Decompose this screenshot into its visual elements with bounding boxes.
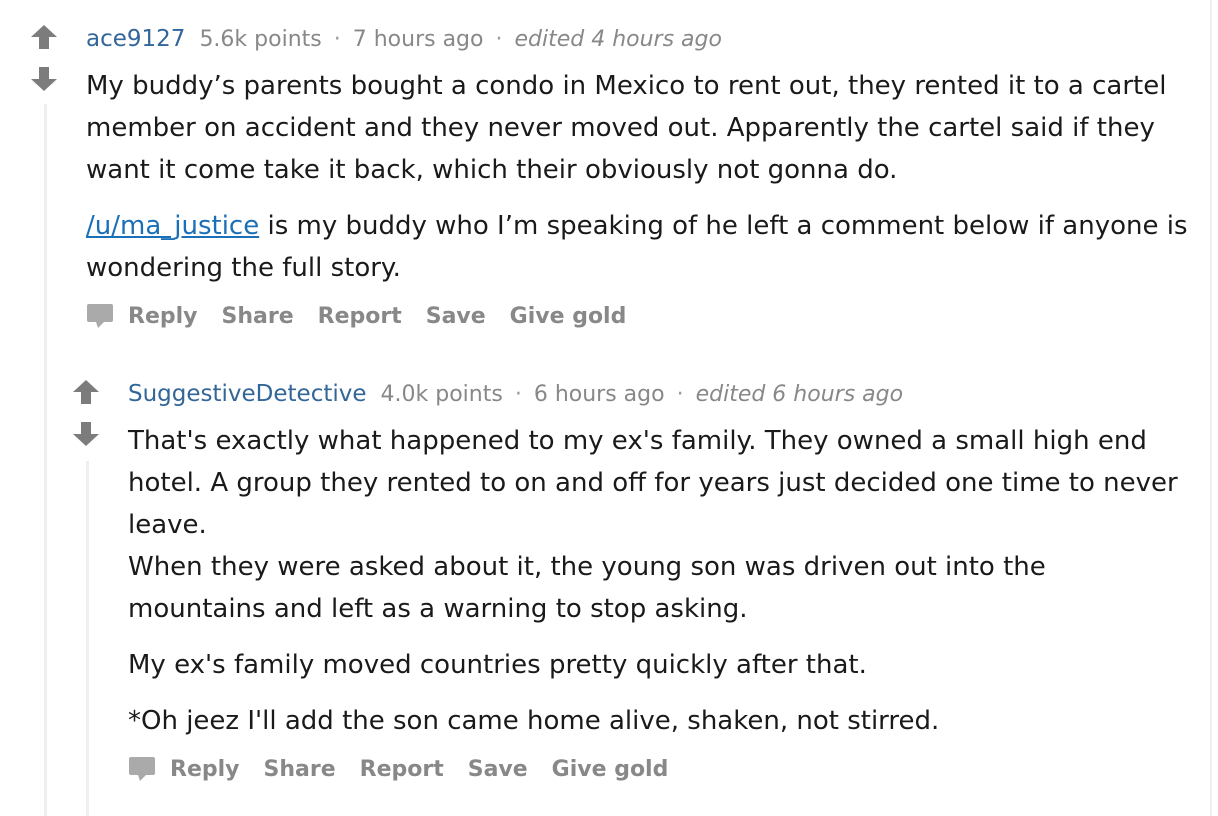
separator-dot: · [495,27,503,52]
score-points: 4.0k points [380,382,503,407]
comment-tagline: SuggestiveDetective 4.0k points · 6 hours a… [128,379,1182,410]
comment-paragraph: *Oh jeez I'll add the son came home aliv… [128,706,940,736]
separator-dot: · [514,382,522,407]
comment-paragraph: That's exactly what happened to my ex's … [128,420,1182,630]
save-button[interactable]: Save [468,757,528,782]
report-button[interactable]: Report [360,757,444,782]
comment-suggestivedetective: SuggestiveDetective 4.0k points · 6 hours a… [72,379,1182,816]
comment-paragraph: My buddy’s parents bought a condo in Mex… [86,71,1167,185]
comment-actions: Reply Share Report Save Give gold [86,303,1200,329]
downvote-arrow-icon[interactable] [30,66,58,92]
share-button[interactable]: Share [222,304,294,329]
share-button[interactable]: Share [264,757,336,782]
comment-line: That's exactly what happened to my ex's … [128,426,1178,540]
comment-paragraph: My ex's family moved countries pretty qu… [128,650,867,680]
author-link[interactable]: SuggestiveDetective [128,381,367,407]
vote-column [30,24,58,92]
comment-line: When they were asked about it, the young… [128,552,1046,624]
reply-button[interactable]: Reply [128,304,198,329]
score-points: 5.6k points [199,27,322,52]
thread-collapse-line[interactable] [44,104,47,816]
comment-tagline: ace9127 5.6k points · 7 hours ago · edited 4 … [86,24,1200,55]
user-mention-link[interactable]: /u/ma_justice [86,211,259,241]
vote-column [72,379,100,447]
upvote-arrow-icon[interactable] [30,24,58,50]
comment-text: That's exactly what happened to my ex's … [128,420,1182,742]
comment-body: SuggestiveDetective 4.0k points · 6 hours a… [128,379,1182,782]
separator-dot: · [333,27,341,52]
comment-paragraph-with-link: /u/ma_justice is my buddy who I’m speaki… [86,205,1200,289]
report-button[interactable]: Report [318,304,402,329]
speech-bubble-icon [128,756,156,782]
upvote-arrow-icon[interactable] [72,379,100,405]
speech-bubble-icon [86,303,114,329]
downvote-arrow-icon[interactable] [72,421,100,447]
save-button[interactable]: Save [426,304,486,329]
thread-collapse-line[interactable] [86,461,89,816]
reply-button[interactable]: Reply [170,757,240,782]
page-right-border [1210,0,1212,816]
timestamp: 6 hours ago [533,382,665,407]
comment-body: ace9127 5.6k points · 7 hours ago · edited 4 … [86,24,1200,329]
give-gold-button[interactable]: Give gold [510,304,627,329]
author-link[interactable]: ace9127 [86,26,185,52]
edited-timestamp: edited 4 hours ago [514,27,722,52]
separator-dot: · [676,382,684,407]
give-gold-button[interactable]: Give gold [552,757,669,782]
timestamp: 7 hours ago [352,27,484,52]
edited-timestamp: edited 6 hours ago [695,382,904,407]
comment-actions: Reply Share Report Save Give gold [128,756,1182,782]
comment-text: My buddy’s parents bought a condo in Mex… [86,65,1200,289]
